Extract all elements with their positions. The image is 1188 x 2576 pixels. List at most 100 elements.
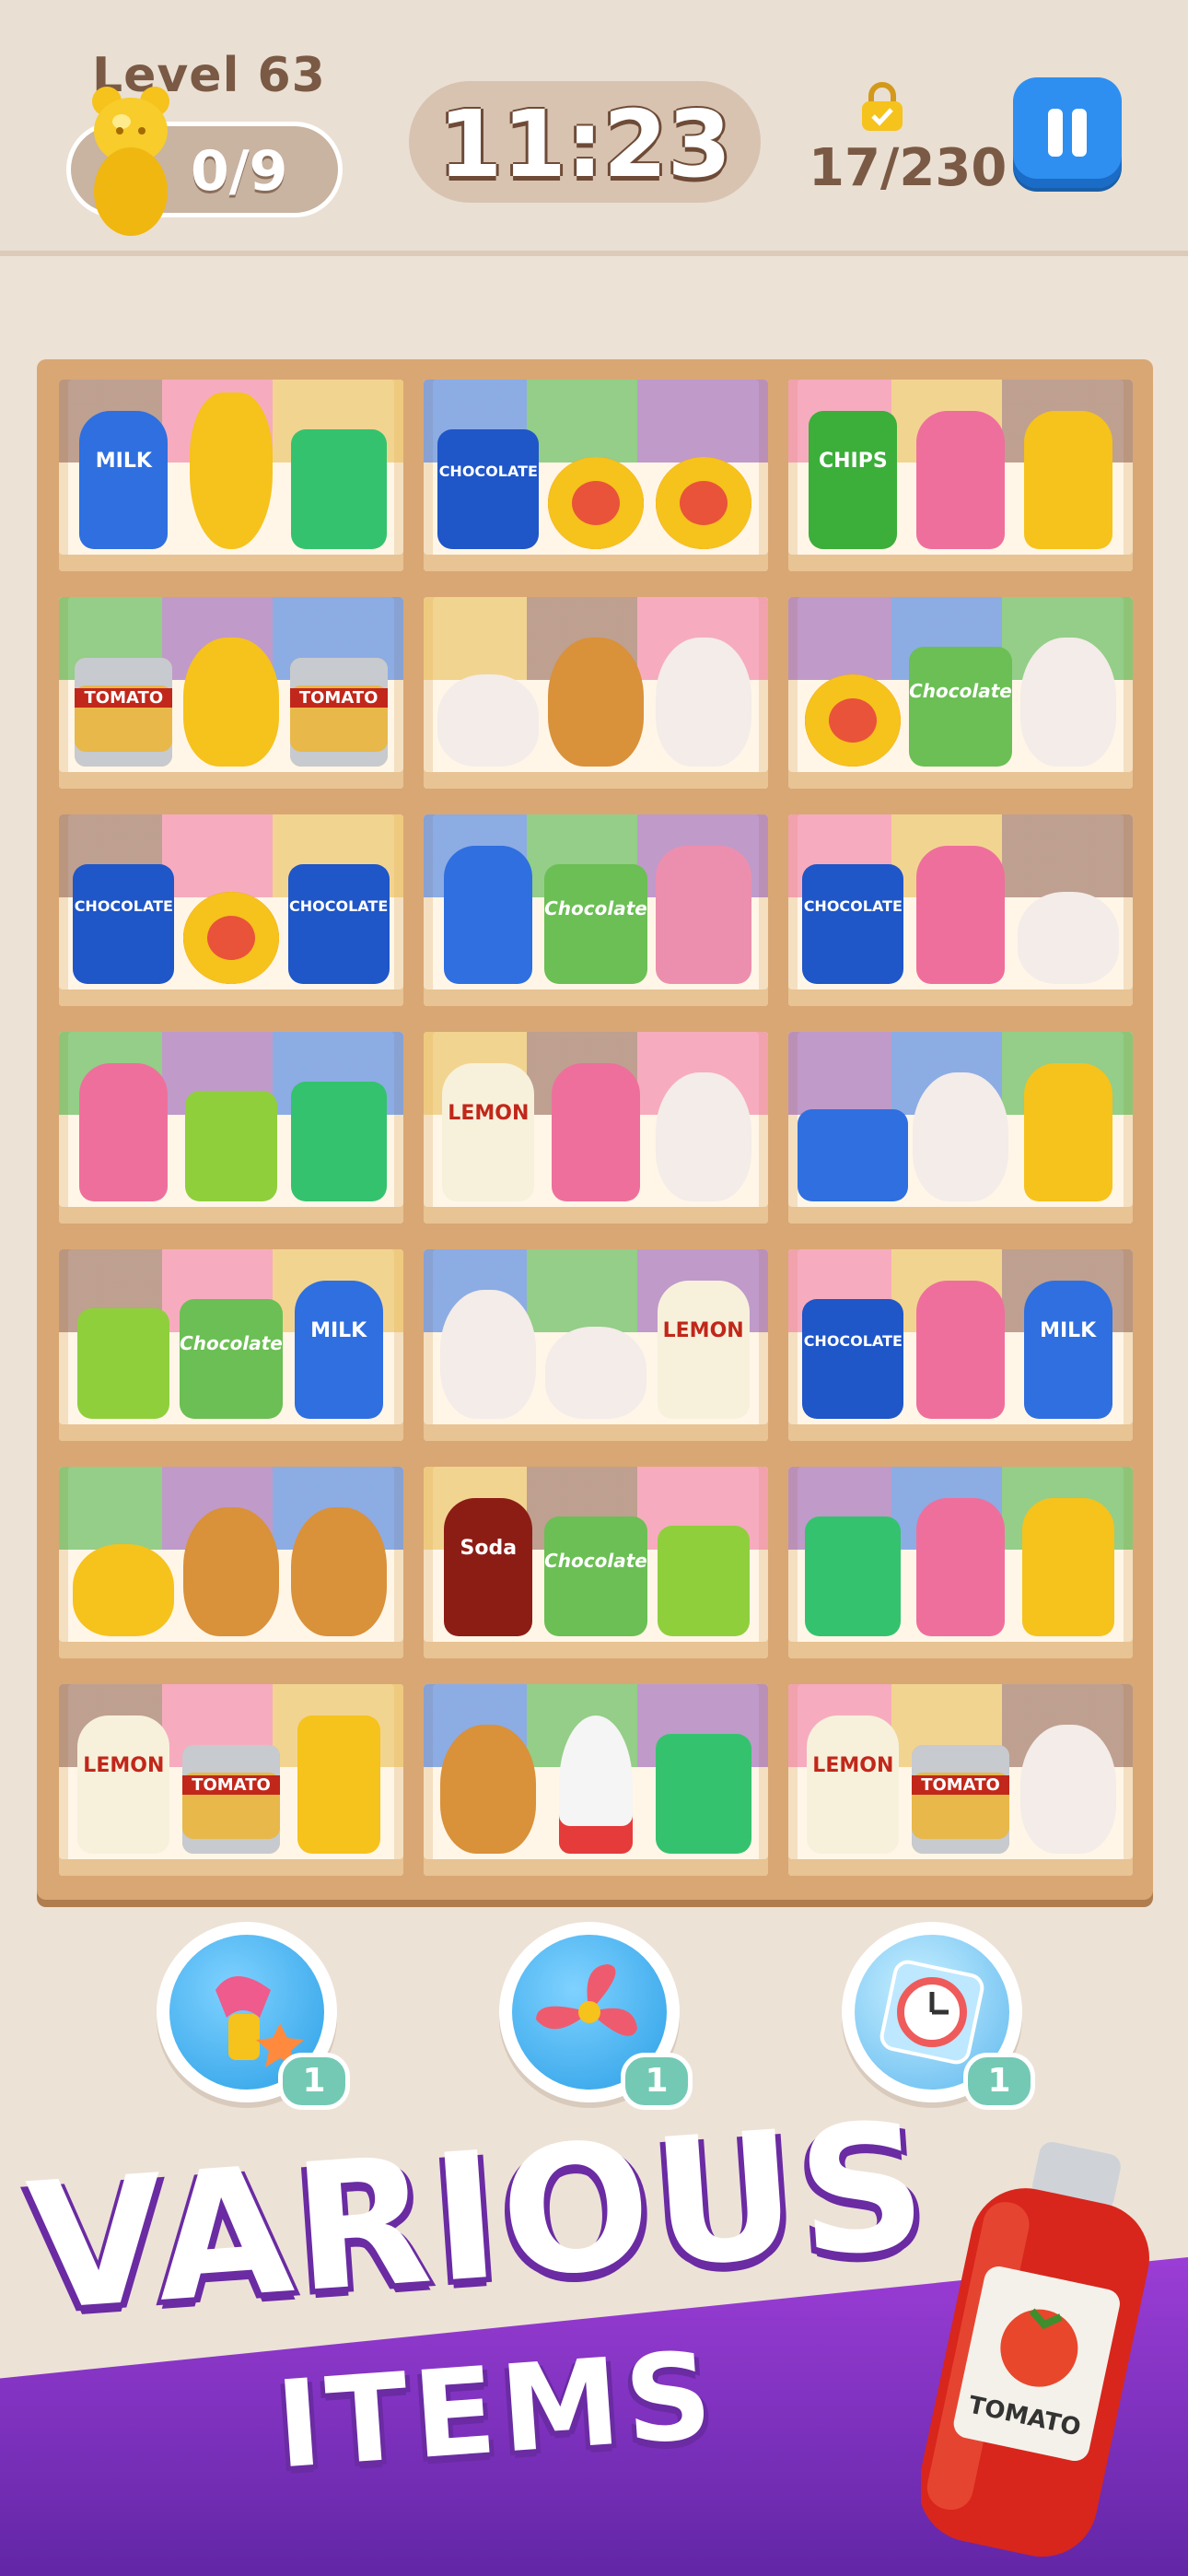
ketchup-bottle-icon: TOMATO (921, 2141, 1149, 2558)
bear-item[interactable] (290, 1507, 387, 1636)
jug-item[interactable]: LEMON (657, 1281, 750, 1419)
shelf-slot: CHIPS (788, 380, 1133, 571)
suitcase-item[interactable] (805, 1516, 902, 1636)
box-item[interactable]: CHOCOLATE (73, 864, 175, 984)
fan-booster-button[interactable]: 1 (499, 1922, 693, 2110)
bar-item[interactable]: Chocolate (180, 1299, 283, 1419)
pause-button[interactable] (1013, 77, 1122, 188)
chips-label: CHIPS (818, 450, 888, 473)
bottle-item[interactable] (79, 1063, 169, 1201)
shelf-slot: LEMON TOMATO (788, 1684, 1133, 1876)
pad-item[interactable] (798, 1109, 909, 1201)
chocolate-label: CHOCOLATE (438, 463, 538, 481)
donut-item[interactable] (548, 457, 644, 549)
bar-item[interactable]: Chocolate (909, 647, 1012, 767)
cat-item[interactable] (1019, 1725, 1116, 1854)
lemon-label: LEMON (83, 1754, 165, 1777)
bottle-item[interactable]: MILK (1023, 1281, 1112, 1419)
cat-item[interactable] (1019, 638, 1116, 767)
donut-item[interactable] (183, 892, 279, 984)
bottle-item[interactable]: Soda (444, 1498, 533, 1636)
shelf-slot: CHOCOLATE MILK (788, 1249, 1133, 1441)
shelf-slot: LEMON TOMATO (59, 1684, 403, 1876)
guitar-item[interactable] (190, 392, 273, 549)
pause-icon-bar (1048, 109, 1063, 157)
can-item[interactable]: TOMATO (75, 658, 173, 767)
bottle-item[interactable]: MILK (294, 1281, 383, 1419)
cat-item[interactable] (655, 638, 751, 767)
bottle-item[interactable]: MILK (79, 411, 169, 549)
suitcase-item[interactable] (290, 429, 387, 549)
clown-item[interactable] (77, 1308, 170, 1419)
bottle-item[interactable] (1023, 1063, 1112, 1201)
shelf-slot: LEMON (424, 1249, 768, 1441)
coin-counter: 17/230 (809, 138, 1007, 198)
choco-bar-label: Chocolate (909, 680, 1012, 703)
magnet-booster-button[interactable]: 1 (157, 1922, 350, 2110)
shelf-slot: MILK (59, 380, 403, 571)
clown-item[interactable] (185, 1091, 277, 1201)
bar-item[interactable]: Chocolate (544, 1516, 647, 1636)
bottle-item[interactable] (552, 1063, 640, 1201)
jug-item[interactable] (1021, 1498, 1114, 1636)
lemon-label: LEMON (448, 1102, 530, 1125)
pig-item[interactable] (545, 1327, 646, 1419)
cat-item[interactable] (655, 1072, 751, 1201)
tomato-label: TOMATO (182, 1775, 280, 1796)
box-item[interactable]: CHOCOLATE (287, 864, 390, 984)
clown-item[interactable] (657, 1526, 750, 1636)
shelf-slot (424, 1684, 768, 1876)
bear-item[interactable] (548, 638, 644, 767)
donut-item[interactable] (805, 674, 902, 767)
milk-label: MILK (1040, 1319, 1097, 1342)
cat-item[interactable] (440, 1290, 537, 1419)
pig-item[interactable] (437, 674, 540, 767)
shelf-slot: CHOCOLATE (788, 814, 1133, 1006)
jug-item[interactable]: LEMON (442, 1063, 535, 1201)
bottle-item[interactable] (916, 1281, 1005, 1419)
shelf-slot: CHOCOLATE CHOCOLATE (59, 814, 403, 1006)
freeze-clock-booster-button[interactable]: 1 (842, 1922, 1035, 2110)
jug-item[interactable]: LEMON (807, 1715, 900, 1854)
bottle-item[interactable] (444, 846, 533, 984)
bear-item[interactable] (183, 638, 279, 767)
cat-item[interactable] (913, 1072, 1008, 1201)
donut-item[interactable] (655, 457, 751, 549)
lock-icon (862, 82, 903, 131)
shelf-slot (59, 1467, 403, 1658)
can-item[interactable]: TOMATO (912, 1745, 1009, 1854)
milk-label: MILK (310, 1319, 367, 1342)
shelf-slot: Chocolate MILK (59, 1249, 403, 1441)
bottle-item[interactable] (1023, 411, 1112, 549)
can-item[interactable]: TOMATO (182, 1745, 280, 1854)
bottle-item[interactable] (916, 1498, 1005, 1636)
box-item[interactable]: CHOCOLATE (437, 429, 540, 549)
timer-text: 11:23 (437, 90, 732, 198)
bear-item[interactable] (183, 1507, 279, 1636)
can-item[interactable]: TOMATO (289, 658, 388, 767)
lemon-label: LEMON (812, 1754, 894, 1777)
jug-item[interactable]: LEMON (77, 1715, 170, 1854)
tomato-label: TOMATO (289, 688, 388, 708)
bar-item[interactable]: Chocolate (544, 864, 647, 984)
bottle-item[interactable] (916, 846, 1005, 984)
kettle-item[interactable] (655, 846, 751, 984)
top-hud: Level 63 0/9 11:23 17/230 (0, 0, 1188, 256)
box-item[interactable]: CHOCOLATE (802, 864, 904, 984)
suitcase-item[interactable] (655, 1734, 751, 1854)
pig-item[interactable] (73, 1544, 175, 1636)
bear-item[interactable] (440, 1725, 537, 1854)
bottle-item[interactable] (916, 411, 1005, 549)
shelf-slot: Chocolate (424, 814, 768, 1006)
box-item[interactable]: CHOCOLATE (802, 1299, 904, 1419)
pig-item[interactable] (1017, 892, 1119, 984)
lemon-label: LEMON (662, 1319, 744, 1342)
shelf-slot: TOMATO TOMATO (59, 597, 403, 789)
suitcase-item[interactable] (290, 1082, 387, 1201)
rocket-item[interactable] (559, 1715, 633, 1854)
fairy-item[interactable] (297, 1715, 380, 1854)
tube-item[interactable]: CHIPS (809, 411, 898, 549)
shelf-slot (788, 1032, 1133, 1224)
timer-pill: 11:23 (409, 81, 761, 203)
shelf-slot: LEMON (424, 1032, 768, 1224)
